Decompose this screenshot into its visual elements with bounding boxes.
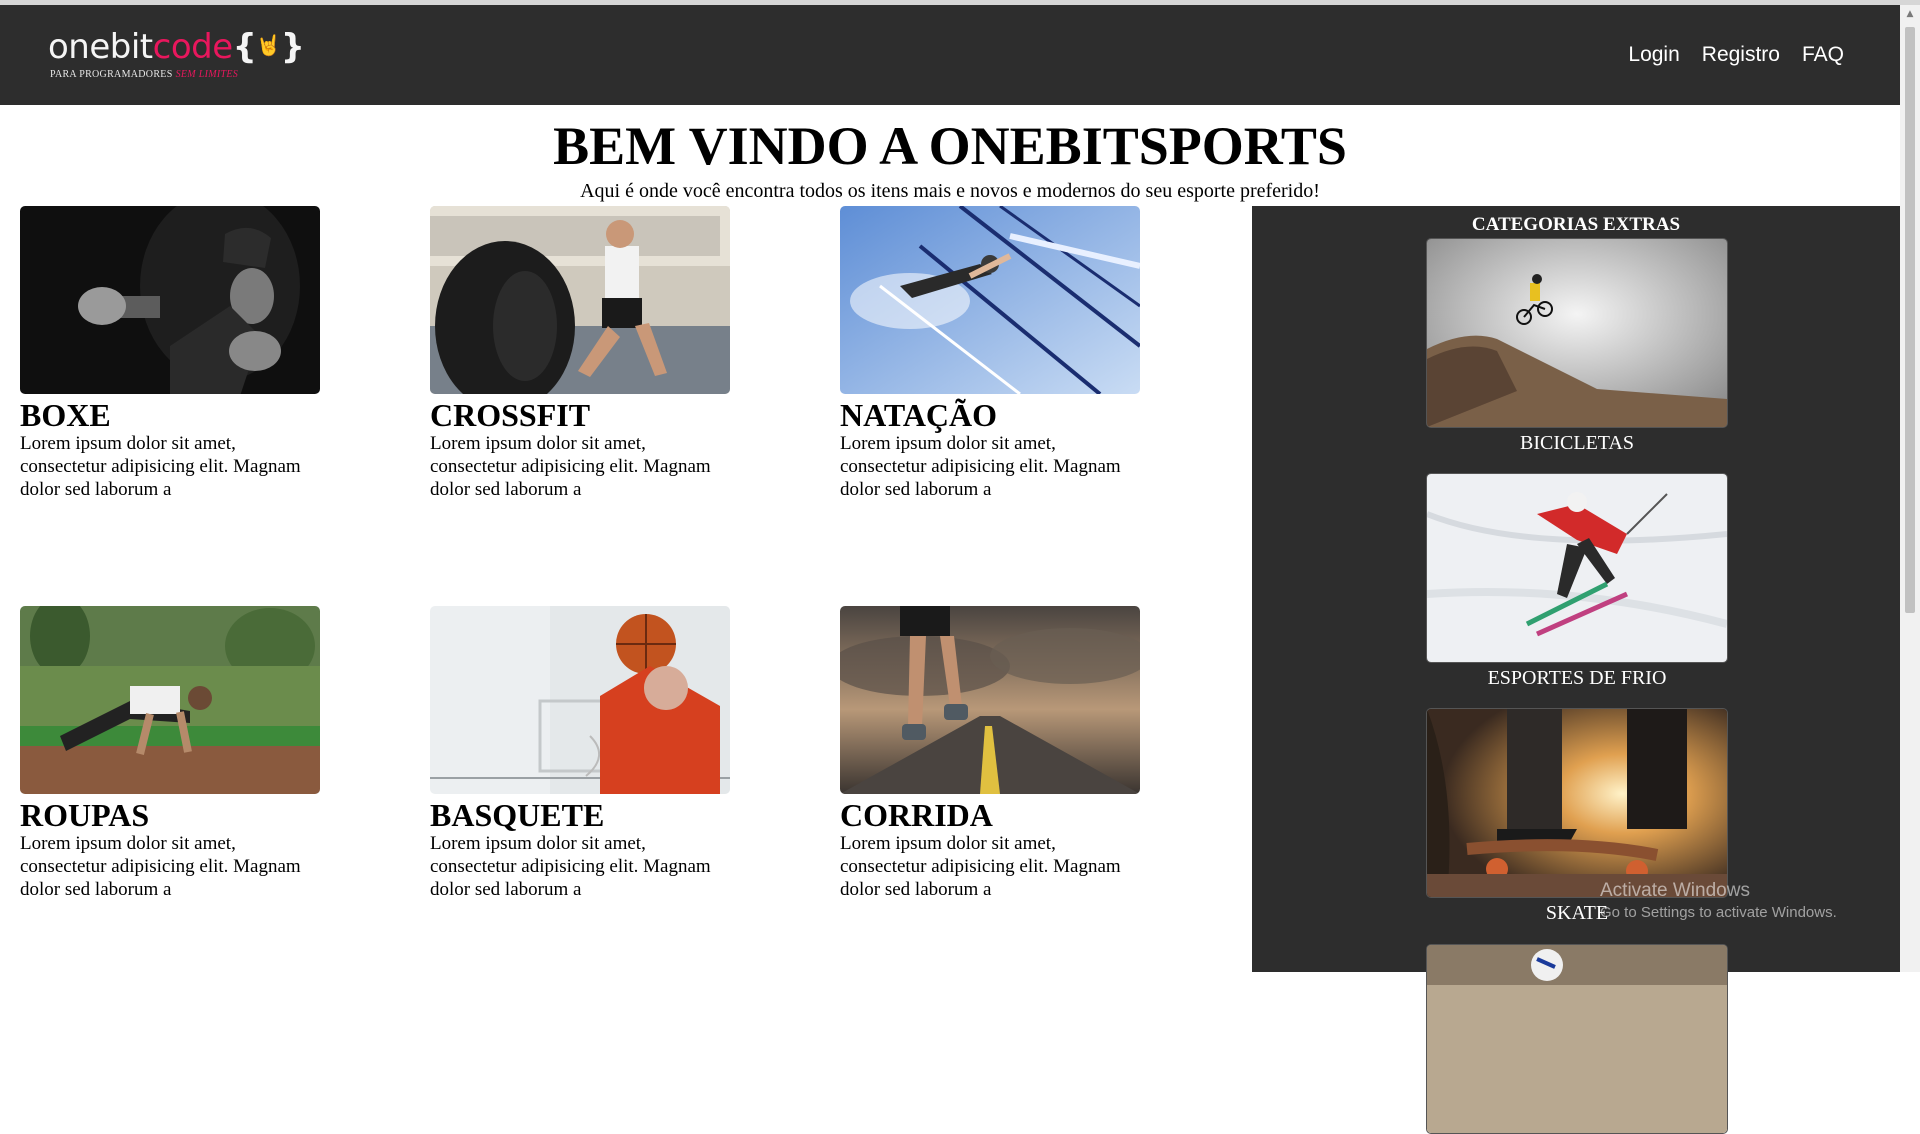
- sport-card-roupas[interactable]: ROUPAS Lorem ipsum dolor sit amet, conse…: [20, 606, 320, 901]
- watermark-title: Activate Windows: [1600, 880, 1750, 901]
- logo-word-onebit: onebit: [48, 27, 153, 67]
- page-subtitle: Aqui é onde você encontra todos os itens…: [580, 180, 1320, 202]
- logo-word-code: code: [152, 27, 234, 67]
- logo-brace-open: {: [232, 27, 257, 67]
- nav-link-registro[interactable]: Registro: [1702, 43, 1780, 67]
- basketball-photo[interactable]: [430, 606, 730, 794]
- sport-description: Lorem ipsum dolor sit amet, consectetur …: [840, 433, 1121, 500]
- nav-link-faq[interactable]: FAQ: [1802, 43, 1844, 67]
- sport-title: NATAÇÃO: [840, 397, 998, 433]
- skier-photo[interactable]: [1426, 473, 1728, 663]
- boxer-photo[interactable]: [20, 206, 320, 394]
- skateboard-photo[interactable]: [1426, 708, 1728, 898]
- sport-description: Lorem ipsum dolor sit amet, consectetur …: [20, 433, 301, 500]
- mountain-bike-photo[interactable]: [1426, 238, 1728, 428]
- nav-links: Login Registro FAQ: [1628, 43, 1844, 67]
- scrollbar-thumb[interactable]: [1905, 27, 1915, 613]
- sport-description: Lorem ipsum dolor sit amet, consectetur …: [430, 433, 711, 500]
- swimmer-photo[interactable]: [840, 206, 1140, 394]
- scroll-up-arrow-icon[interactable]: ▲: [1900, 5, 1920, 23]
- rock-hand-icon: 🤘: [256, 33, 281, 57]
- extra-category-partial[interactable]: [1426, 944, 1728, 1134]
- sport-description: Lorem ipsum dolor sit amet, consectetur …: [430, 833, 711, 900]
- sport-title: BASQUETE: [430, 797, 605, 833]
- extra-category-label: BICICLETAS: [1520, 432, 1634, 454]
- vertical-scrollbar[interactable]: ▲: [1900, 5, 1920, 972]
- sport-card-boxe[interactable]: BOXE Lorem ipsum dolor sit amet, consect…: [20, 206, 320, 501]
- runner-photo[interactable]: [840, 606, 1140, 794]
- extra-categories-sidebar: CATEGORIAS EXTRAS BICICLETAS ESPORTES DE…: [1252, 206, 1900, 1134]
- navbar: onebitcode{🤘} PARA PROGRAMADORES SEM LIMI…: [0, 5, 1900, 105]
- sport-title: BOXE: [20, 397, 111, 433]
- nav-link-login[interactable]: Login: [1628, 43, 1679, 67]
- sport-card-natacao[interactable]: NATAÇÃO Lorem ipsum dolor sit amet, cons…: [840, 206, 1140, 501]
- sport-description: Lorem ipsum dolor sit amet, consectetur …: [840, 833, 1121, 900]
- logo-tagline-accent: SEM LIMITES: [175, 69, 239, 80]
- watermark-subtitle: Go to Settings to activate Windows.: [1600, 904, 1837, 921]
- sport-card-corrida[interactable]: CORRIDA Lorem ipsum dolor sit amet, cons…: [840, 606, 1140, 901]
- onebitcode-logo[interactable]: onebitcode{🤘} PARA PROGRAMADORES SEM LIMI…: [48, 27, 308, 85]
- logo-brace-close: }: [280, 27, 305, 67]
- football-photo[interactable]: [1426, 944, 1728, 1134]
- extra-category-esportes-de-frio[interactable]: ESPORTES DE FRIO: [1426, 473, 1728, 690]
- pushup-photo[interactable]: [20, 606, 320, 794]
- extra-category-label: ESPORTES DE FRIO: [1487, 667, 1667, 689]
- sport-card-basquete[interactable]: BASQUETE Lorem ipsum dolor sit amet, con…: [430, 606, 730, 901]
- sport-description: Lorem ipsum dolor sit amet, consectetur …: [20, 833, 301, 900]
- sidebar-title: CATEGORIAS EXTRAS: [1471, 214, 1681, 235]
- tire-flip-photo[interactable]: [430, 206, 730, 394]
- extra-category-bicicletas[interactable]: BICICLETAS: [1426, 238, 1728, 455]
- sport-title: CROSSFIT: [430, 397, 591, 433]
- logo-wordmark: onebitcode{🤘}: [48, 27, 305, 67]
- sport-card-crossfit[interactable]: CROSSFIT Lorem ipsum dolor sit amet, con…: [430, 206, 730, 501]
- hero-section: BEM VINDO A ONEBITSPORTS Aqui é onde voc…: [0, 105, 1900, 203]
- page-title: BEM VINDO A ONEBITSPORTS: [553, 116, 1347, 176]
- windows-activation-watermark: Activate Windows Go to Settings to activ…: [1600, 880, 1837, 921]
- sport-title: ROUPAS: [20, 797, 150, 833]
- sport-title: CORRIDA: [840, 797, 993, 833]
- logo-tagline-main: PARA PROGRAMADORES: [50, 69, 173, 80]
- logo-tagline: PARA PROGRAMADORES SEM LIMITES: [50, 69, 238, 80]
